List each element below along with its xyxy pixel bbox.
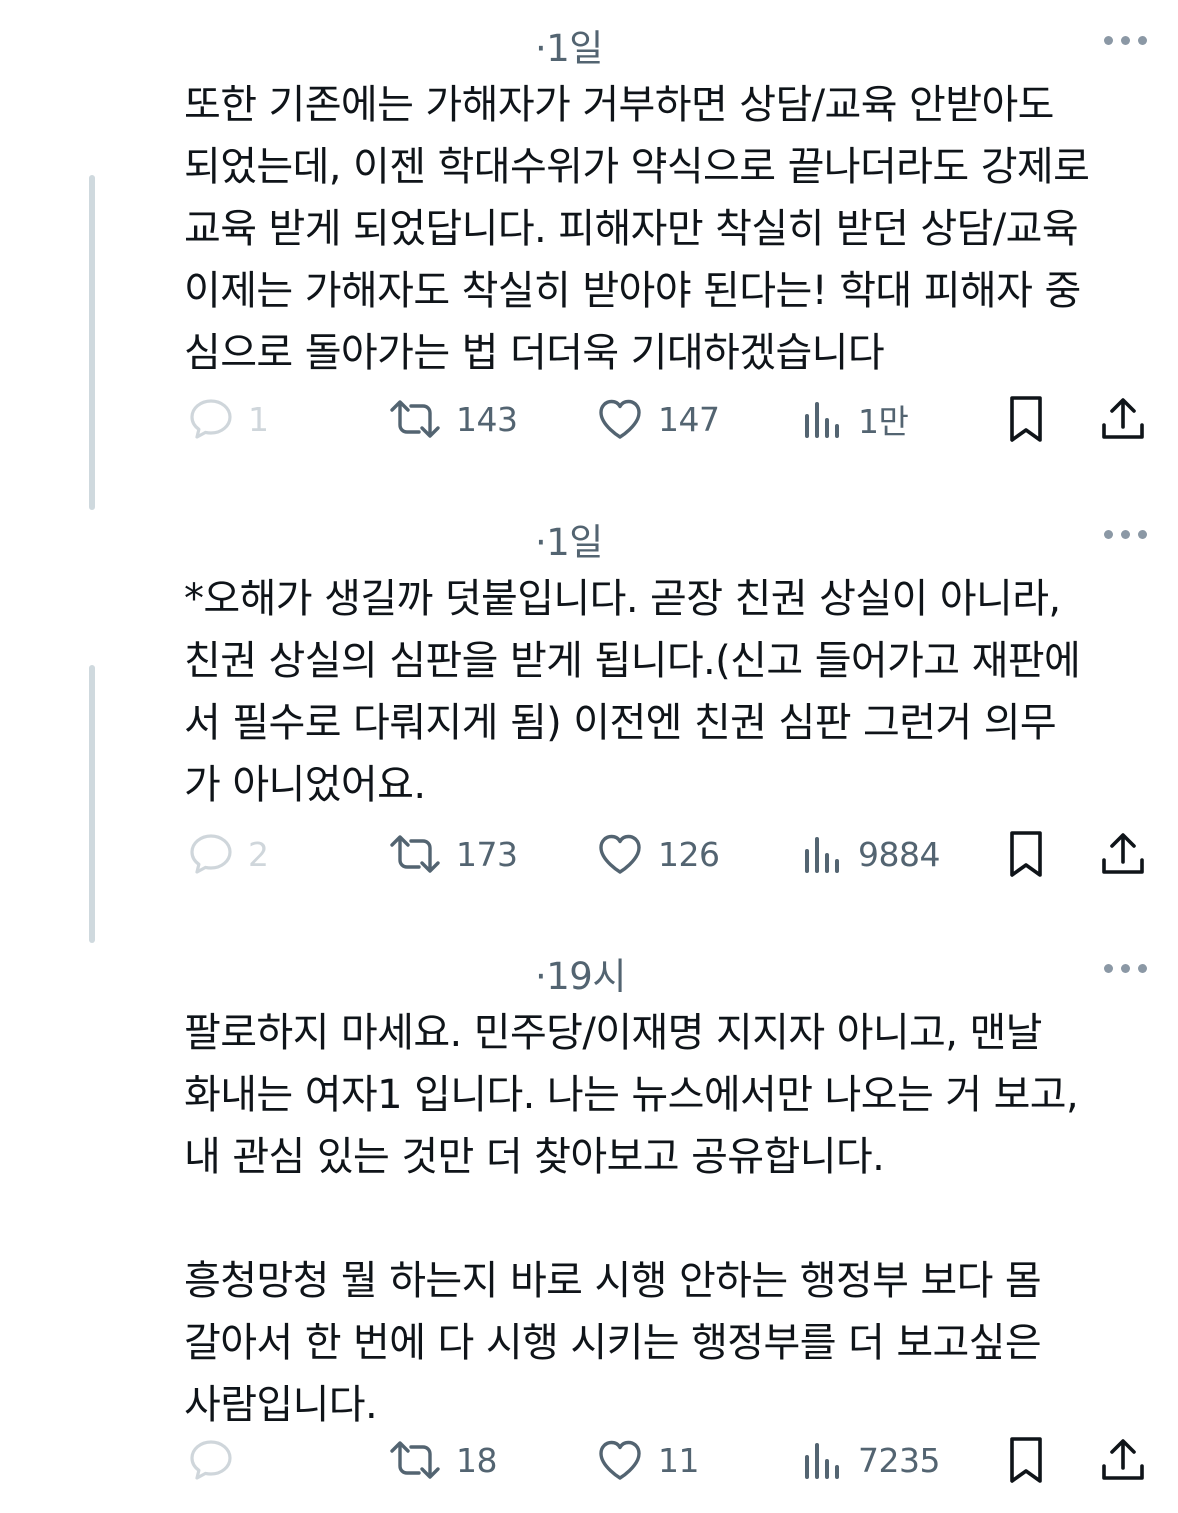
like-icon [599, 834, 641, 874]
views-count: 1만 [858, 402, 909, 441]
tweet-header: ·1일 [535, 22, 603, 70]
reply-icon [190, 1440, 232, 1480]
share-icon [1102, 398, 1144, 439]
retweet-count: 18 [456, 1440, 498, 1480]
like-button[interactable]: 147 [596, 391, 720, 447]
bookmark-button[interactable] [1006, 826, 1046, 882]
bookmark-icon [1010, 831, 1042, 877]
bookmark-icon [1010, 396, 1042, 442]
like-count: 126 [658, 834, 720, 874]
like-icon [599, 1440, 641, 1480]
retweet-count: 173 [456, 834, 518, 874]
bookmark-button[interactable] [1006, 1432, 1046, 1488]
like-count: 11 [658, 1440, 700, 1480]
tweet-timestamp[interactable]: ·19시 [535, 946, 626, 1000]
more-icon[interactable] [1104, 960, 1148, 976]
tweet[interactable]: ·19시 팔로하지 마세요. 민주당/이재명 지지자 아니고, 맨날 화내는 여… [0, 950, 1178, 1500]
retweet-button[interactable]: 143 [388, 391, 518, 447]
views-icon [805, 837, 839, 873]
tweet-text: *오해가 생길까 덧붙입니다. 곧장 친권 상실이 아니라, 친권 상실의 심판… [184, 576, 1081, 808]
like-button[interactable]: 11 [596, 1432, 700, 1488]
tweet-timestamp[interactable]: ·1일 [535, 18, 603, 72]
like-button[interactable]: 126 [596, 826, 720, 882]
share-button[interactable] [1100, 826, 1146, 882]
like-count: 147 [658, 399, 720, 439]
views-button[interactable]: 7235 [802, 1432, 940, 1488]
tweet-header: ·19시 [535, 950, 626, 998]
reply-count: 2 [248, 834, 269, 874]
retweet-button[interactable]: 173 [388, 826, 518, 882]
more-icon[interactable] [1104, 526, 1148, 542]
views-button[interactable]: 1만 [802, 391, 909, 447]
share-icon [1102, 1439, 1144, 1480]
like-icon [599, 399, 641, 439]
retweet-icon [390, 400, 440, 438]
tweet-actions: 2 173 126 9884 [0, 826, 1178, 882]
share-button[interactable] [1100, 391, 1146, 447]
views-count: 7235 [858, 1440, 940, 1480]
reply-button[interactable]: 1 [188, 391, 269, 447]
tweet-header: ·1일 [535, 516, 603, 564]
reply-icon [190, 834, 232, 874]
tweet-actions: 18 11 7235 [0, 1432, 1178, 1488]
views-count: 9884 [858, 834, 940, 874]
views-icon [805, 402, 839, 438]
retweet-icon [390, 1441, 440, 1479]
bookmark-icon [1010, 1437, 1042, 1483]
tweet-timestamp[interactable]: ·1일 [535, 512, 603, 566]
more-icon[interactable] [1104, 32, 1148, 48]
reply-count: 1 [248, 399, 269, 439]
bookmark-button[interactable] [1006, 391, 1046, 447]
views-button[interactable]: 9884 [802, 826, 940, 882]
reply-icon [190, 399, 232, 439]
retweet-icon [390, 835, 440, 873]
share-icon [1102, 833, 1144, 874]
tweet[interactable]: ·1일 *오해가 생길까 덧붙입니다. 곧장 친권 상실이 아니라, 친권 상실… [0, 516, 1178, 906]
reply-button[interactable]: 2 [188, 826, 269, 882]
share-button[interactable] [1100, 1432, 1146, 1488]
tweet-text: 팔로하지 마세요. 민주당/이재명 지지자 아니고, 맨날 화내는 여자1 입니… [184, 1010, 1079, 1428]
retweet-count: 143 [456, 399, 518, 439]
views-icon [805, 1443, 839, 1479]
tweet-actions: 1 143 147 1만 [0, 391, 1178, 447]
retweet-button[interactable]: 18 [388, 1432, 498, 1488]
tweet[interactable]: ·1일 또한 기존에는 가해자가 거부하면 상담/교육 안받아도 되었는데, 이… [0, 22, 1178, 472]
reply-button[interactable] [188, 1432, 248, 1488]
tweet-text: 또한 기존에는 가해자가 거부하면 상담/교육 안받아도 되었는데, 이젠 학대… [184, 82, 1090, 376]
